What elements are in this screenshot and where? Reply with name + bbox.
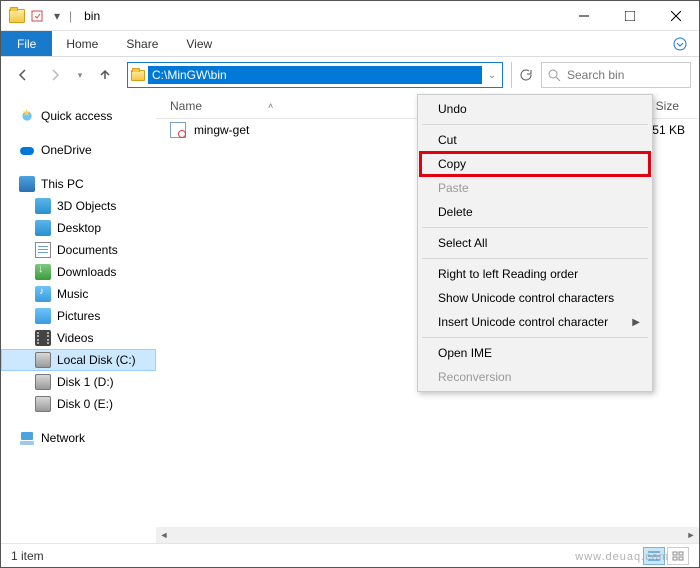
ctx-open-ime[interactable]: Open IME <box>420 341 650 365</box>
network-icon <box>19 430 35 446</box>
ctx-select-all[interactable]: Select All <box>420 231 650 255</box>
downloads-icon <box>35 264 51 280</box>
sort-arrow-icon: ˄ <box>268 101 273 111</box>
sidebar-item-pictures[interactable]: Pictures <box>1 305 156 327</box>
watermark: www.deuaq.com <box>575 551 669 563</box>
ctx-paste: Paste <box>420 176 650 200</box>
file-size: 51 KB <box>652 123 685 137</box>
sidebar-item-local-disk-c[interactable]: Local Disk (C:) <box>1 349 156 371</box>
ctx-reconversion: Reconversion <box>420 365 650 389</box>
address-bar[interactable]: ⌄ <box>127 62 503 88</box>
file-tab[interactable]: File <box>1 31 52 56</box>
sidebar-item-music[interactable]: Music <box>1 283 156 305</box>
music-icon <box>35 286 51 302</box>
search-icon <box>548 69 561 82</box>
refresh-button[interactable] <box>511 62 537 88</box>
body: Quick access OneDrive This PC 3D Objects… <box>1 93 699 543</box>
back-button[interactable] <box>9 61 37 89</box>
status-item-count: 1 item <box>11 549 44 563</box>
qat-properties-icon[interactable] <box>29 8 45 24</box>
title-separator: | <box>69 9 72 23</box>
up-button[interactable] <box>91 61 119 89</box>
star-icon <box>19 108 35 124</box>
view-tab[interactable]: View <box>172 31 226 56</box>
desktop-icon <box>35 220 51 236</box>
ctx-separator <box>422 337 648 338</box>
file-list-pane: Name˄ Size mingw-get 51 KB Undo Cut Copy… <box>156 93 699 543</box>
scroll-track[interactable] <box>172 527 683 543</box>
close-button[interactable] <box>653 1 699 31</box>
scroll-right-icon[interactable]: ► <box>683 527 699 543</box>
sidebar-item-desktop[interactable]: Desktop <box>1 217 156 239</box>
forward-button[interactable] <box>41 61 69 89</box>
nav-row: ▾ ⌄ Search bin <box>1 57 699 93</box>
qat-dropdown-icon[interactable]: ▾ <box>49 8 65 24</box>
window-controls <box>561 1 699 31</box>
window-title: bin <box>84 9 100 23</box>
search-box[interactable]: Search bin <box>541 62 691 88</box>
sidebar-item-network[interactable]: Network <box>1 427 156 449</box>
objects-icon <box>35 198 51 214</box>
search-placeholder: Search bin <box>567 68 624 82</box>
share-tab[interactable]: Share <box>112 31 172 56</box>
navigation-pane: Quick access OneDrive This PC 3D Objects… <box>1 93 156 543</box>
maximize-button[interactable] <box>607 1 653 31</box>
ctx-separator <box>422 258 648 259</box>
app-folder-icon <box>9 9 25 23</box>
ribbon-tabs: File Home Share View <box>1 31 699 57</box>
pictures-icon <box>35 308 51 324</box>
ctx-separator <box>422 124 648 125</box>
title-bar: ▾ | bin <box>1 1 699 31</box>
recent-dropdown[interactable]: ▾ <box>73 61 87 89</box>
ctx-delete[interactable]: Delete <box>420 200 650 224</box>
file-name: mingw-get <box>194 123 249 137</box>
disk-icon <box>35 396 51 412</box>
scroll-left-icon[interactable]: ◄ <box>156 527 172 543</box>
sidebar-item-disk-d[interactable]: Disk 1 (D:) <box>1 371 156 393</box>
sidebar-item-disk-e[interactable]: Disk 0 (E:) <box>1 393 156 415</box>
videos-icon <box>35 330 51 346</box>
disk-icon <box>35 374 51 390</box>
horizontal-scrollbar[interactable]: ◄ ► <box>156 527 699 543</box>
sidebar-item-documents[interactable]: Documents <box>1 239 156 261</box>
column-size[interactable]: Size <box>656 99 679 113</box>
sidebar-item-quick-access[interactable]: Quick access <box>1 105 156 127</box>
ribbon-collapse-button[interactable] <box>661 31 699 56</box>
home-tab[interactable]: Home <box>52 31 112 56</box>
documents-icon <box>35 242 51 258</box>
view-icons-button[interactable] <box>667 547 689 565</box>
minimize-button[interactable] <box>561 1 607 31</box>
ctx-undo[interactable]: Undo <box>420 97 650 121</box>
address-input[interactable] <box>148 66 482 84</box>
submenu-arrow-icon: ▶ <box>632 317 640 328</box>
sidebar-item-this-pc[interactable]: This PC <box>1 173 156 195</box>
cloud-icon <box>19 142 35 158</box>
address-folder-icon <box>128 70 148 81</box>
pc-icon <box>19 176 35 192</box>
application-icon <box>170 122 186 138</box>
ctx-copy[interactable]: Copy <box>420 152 650 176</box>
ctx-rtl-reading[interactable]: Right to left Reading order <box>420 262 650 286</box>
sidebar-item-downloads[interactable]: Downloads <box>1 261 156 283</box>
ctx-separator <box>422 227 648 228</box>
ctx-show-unicode[interactable]: Show Unicode control characters <box>420 286 650 310</box>
sidebar-item-videos[interactable]: Videos <box>1 327 156 349</box>
sidebar-item-onedrive[interactable]: OneDrive <box>1 139 156 161</box>
ctx-cut[interactable]: Cut <box>420 128 650 152</box>
disk-icon <box>35 352 51 368</box>
address-dropdown-icon[interactable]: ⌄ <box>482 70 502 81</box>
context-menu: Undo Cut Copy Paste Delete Select All Ri… <box>417 94 653 392</box>
quick-access-toolbar: ▾ <box>1 8 65 24</box>
sidebar-item-3d-objects[interactable]: 3D Objects <box>1 195 156 217</box>
ctx-insert-unicode[interactable]: Insert Unicode control character▶ <box>420 310 650 334</box>
